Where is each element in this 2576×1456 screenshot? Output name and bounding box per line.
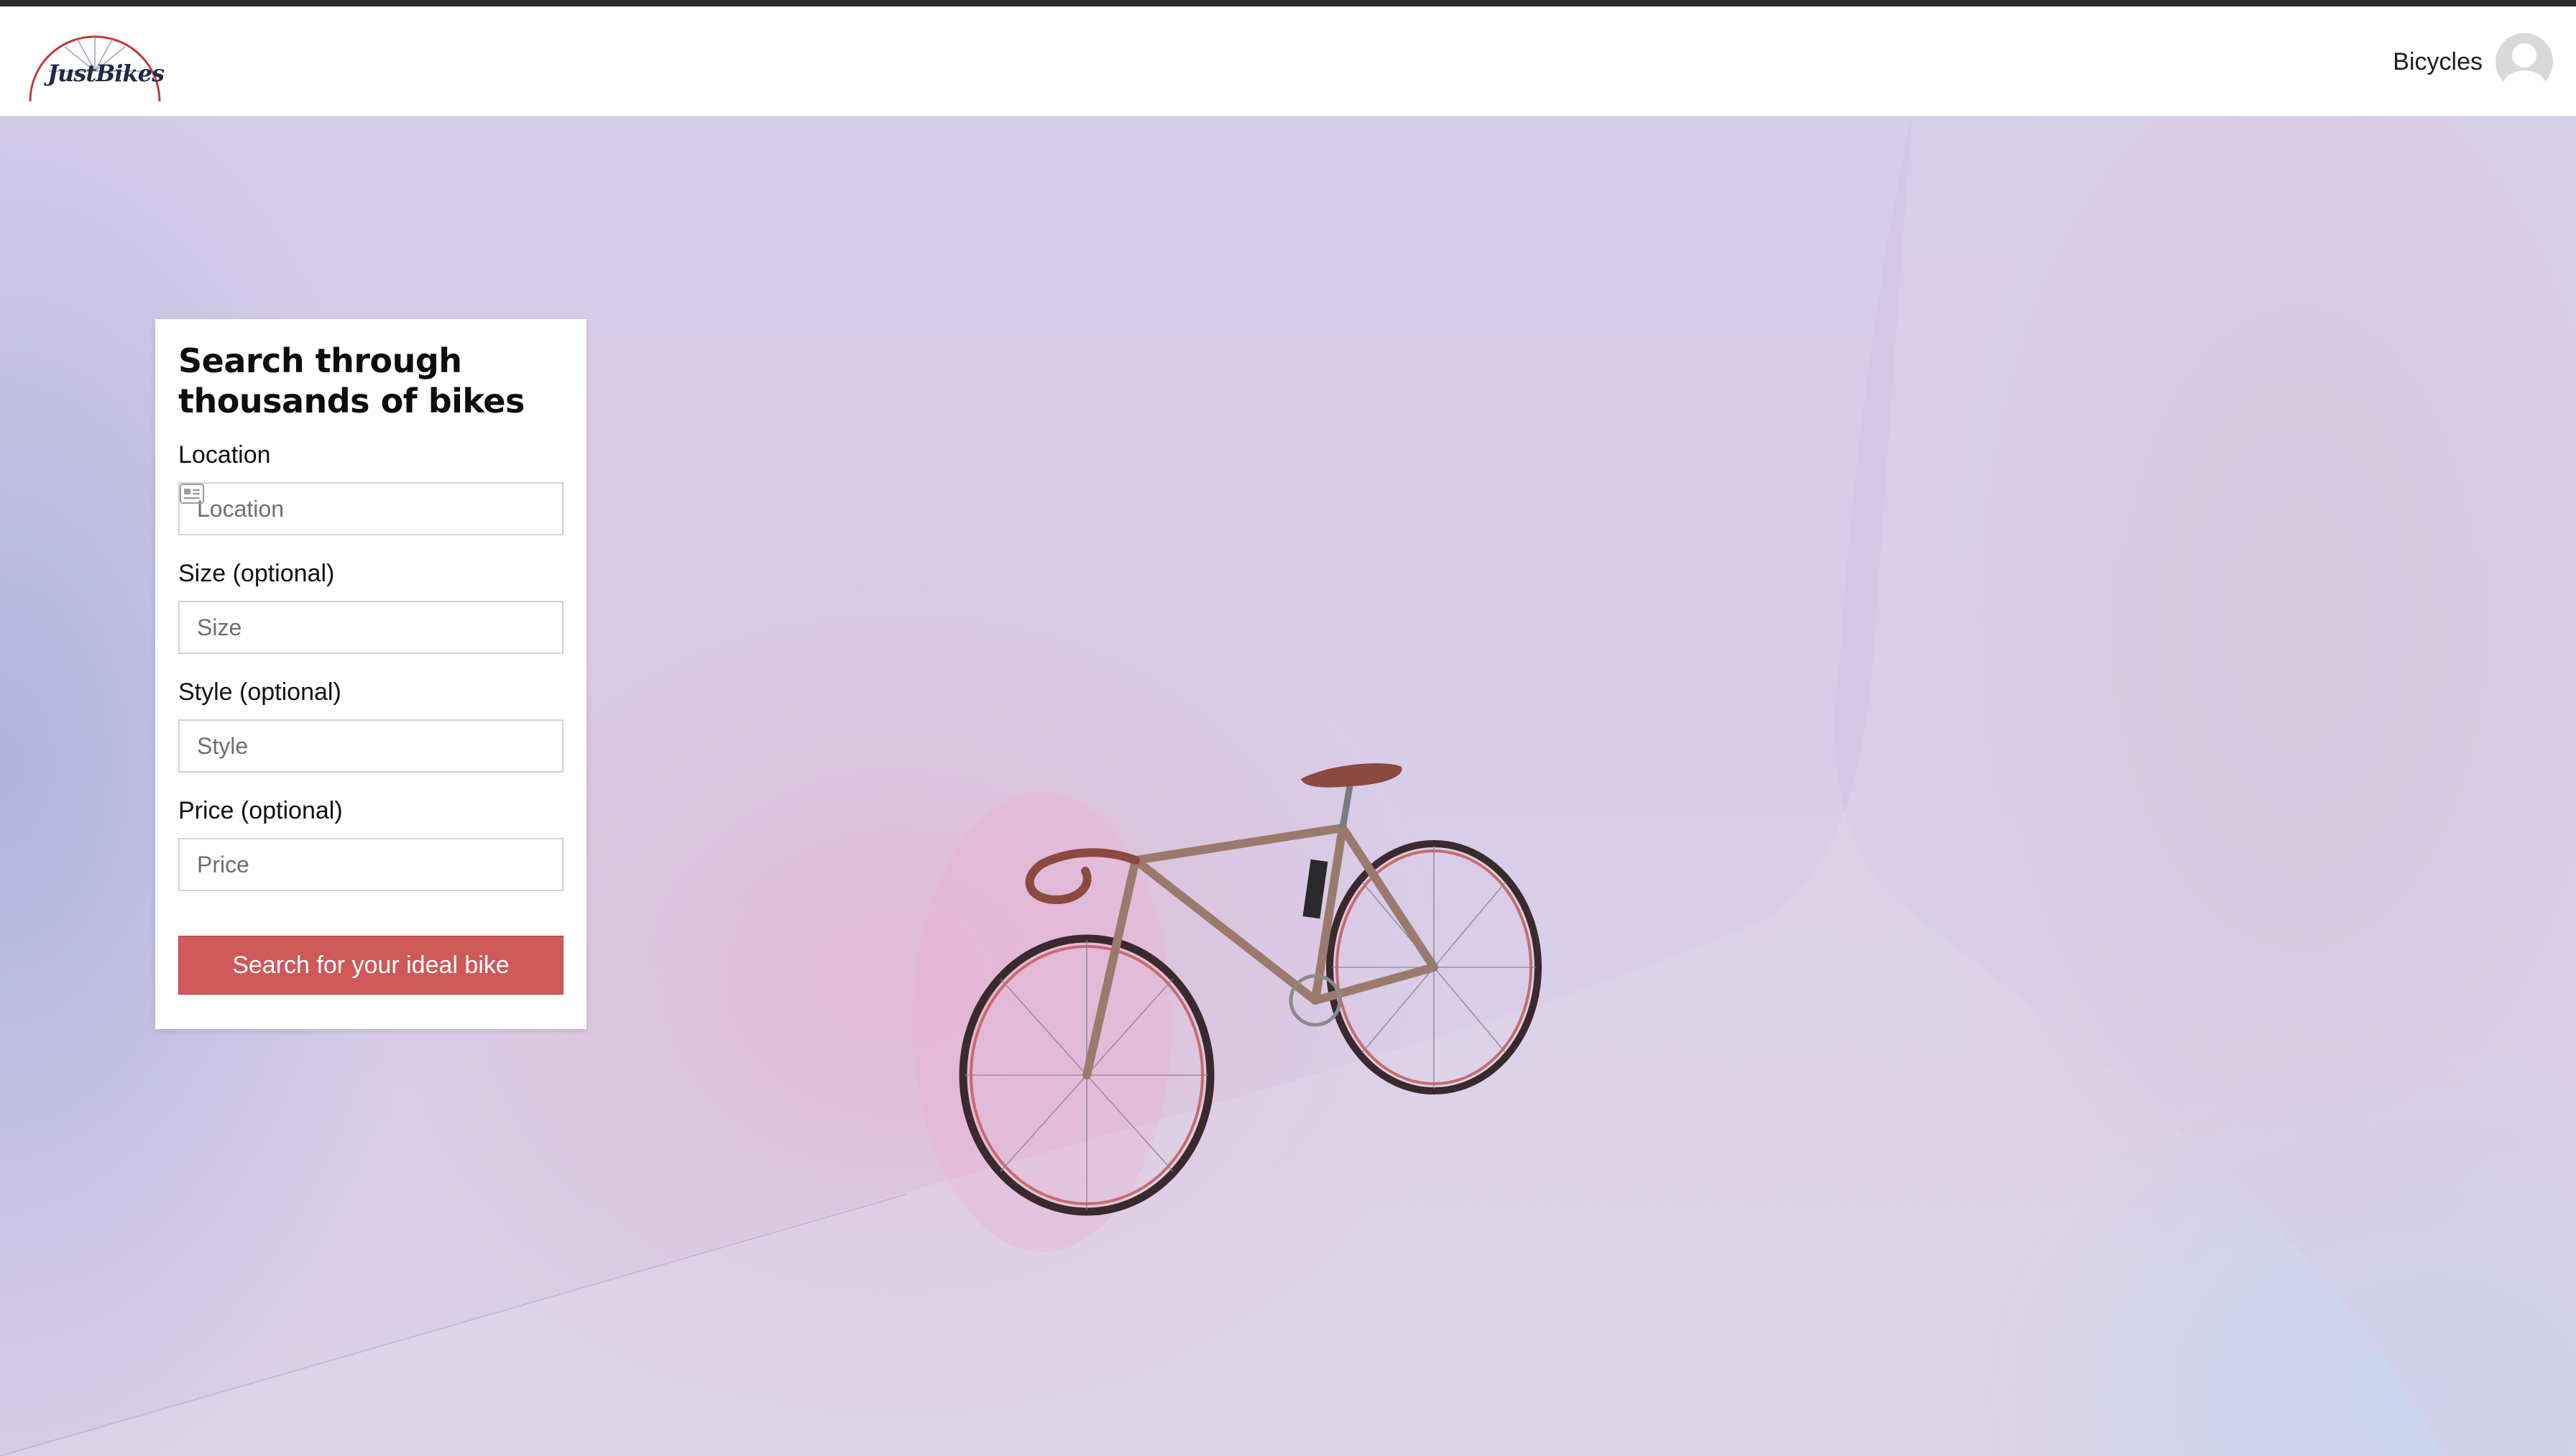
size-input[interactable] [180,602,562,653]
nav-link-bicycles[interactable]: Bicycles [2393,48,2483,76]
price-field-wrapper [178,838,564,891]
location-input[interactable] [180,484,562,534]
style-label: Style (optional) [178,678,341,706]
size-field-wrapper [178,601,564,654]
location-field-wrapper [178,482,564,535]
justbikes-logo[interactable]: JustBikes [27,24,165,104]
price-input[interactable] [180,839,562,890]
hero-background: Search through thousands of bikes Locati… [0,116,2576,1456]
search-card-title: Search through thousands of bikes [178,341,525,420]
search-card: Search through thousands of bikes Locati… [155,319,586,1029]
style-field-wrapper [178,719,564,773]
location-label: Location [178,441,271,469]
avatar-body [2501,70,2547,91]
avatar-icon[interactable] [2496,33,2553,91]
avatar-head [2512,43,2536,68]
nav-right: Bicycles [2393,32,2553,91]
top-navbar: JustBikes Bicycles [0,6,2576,116]
price-label: Price (optional) [178,797,343,824]
top-border [0,0,2576,6]
contact-card-icon[interactable] [180,484,204,504]
size-label: Size (optional) [178,560,335,587]
search-button[interactable]: Search for your ideal bike [178,936,564,995]
style-input[interactable] [180,721,562,771]
logo-text: JustBikes [47,60,165,87]
